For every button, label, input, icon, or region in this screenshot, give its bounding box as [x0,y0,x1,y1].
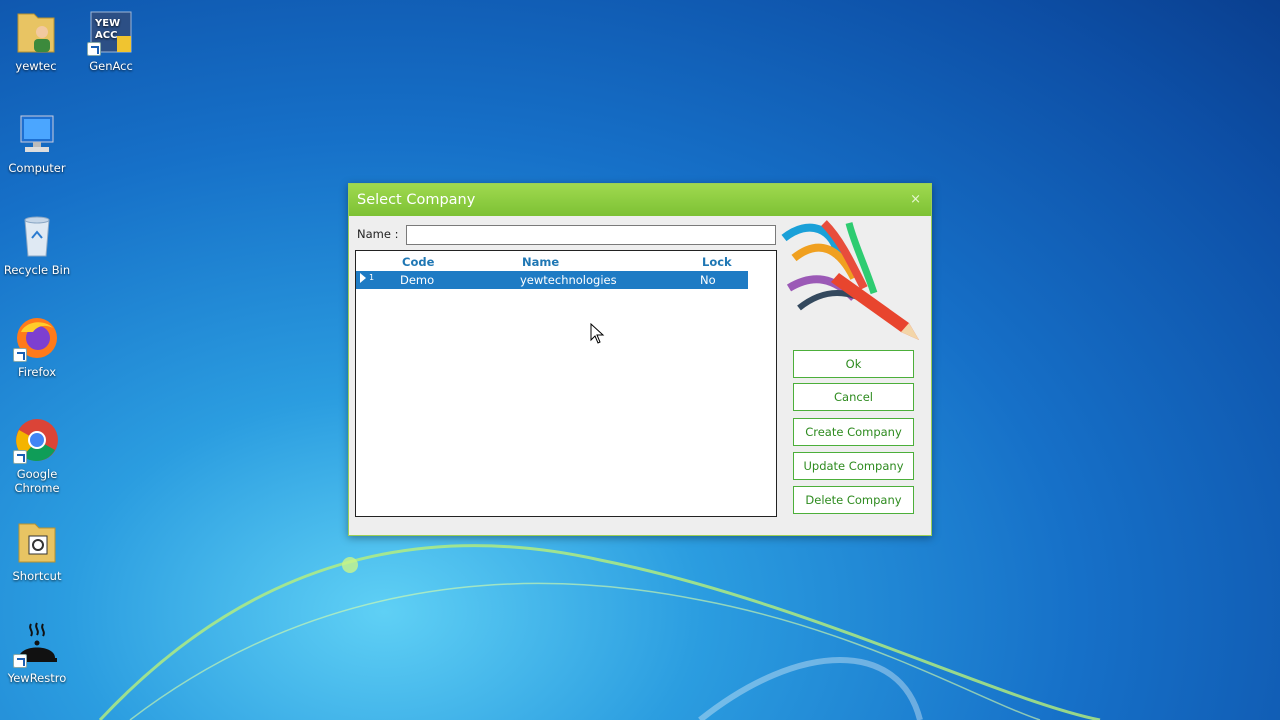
desktop-icon-computer[interactable]: Computer [1,110,73,175]
delete-company-button[interactable]: Delete Company [793,486,914,514]
column-header-code[interactable]: Code [402,255,434,269]
row-pointer-icon [360,273,366,283]
row-number: 1 [369,273,375,282]
desktop-icon-chrome[interactable]: Google Chrome [1,416,73,495]
shortcut-folder-icon [13,518,61,566]
svg-text:YEW: YEW [94,18,120,29]
desktop-icon-label: yewtec [15,59,57,73]
create-company-button[interactable]: Create Company [793,418,914,446]
recycle-bin-icon [13,212,61,260]
dialog-titlebar[interactable]: Select Company × [349,184,931,216]
restaurant-cloche-icon [13,620,61,668]
computer-icon [13,110,61,158]
cell-lock[interactable]: No [700,273,716,287]
desktop-icon-label: Recycle Bin [3,263,71,277]
dialog-title: Select Company [357,192,476,208]
ok-button[interactable]: Ok [793,350,914,378]
select-company-dialog: Select Company × Name : Code Name Lock 1… [348,183,932,536]
desktop-icon-shortcut[interactable]: Shortcut [1,518,73,583]
desktop-icon-firefox[interactable]: Firefox [1,314,73,379]
cell-code[interactable]: Demo [400,273,434,287]
shortcut-arrow-icon [13,654,27,668]
shortcut-arrow-icon [87,42,101,56]
desktop-icon-label: Firefox [17,365,57,379]
desktop-icon-yewrestro[interactable]: YewRestro [1,620,73,685]
desktop-icon-recycle-bin[interactable]: Recycle Bin [1,212,73,277]
firefox-icon [13,314,61,362]
cell-name[interactable]: yewtechnologies [520,273,617,287]
mouse-cursor-icon [590,323,605,344]
column-header-name[interactable]: Name [522,255,559,269]
genacc-app-icon: YEW ACC [87,8,135,56]
grid-header: Code Name Lock [356,251,748,271]
chrome-icon [13,416,61,464]
desktop-icon-label: Shortcut [12,569,62,583]
cancel-button[interactable]: Cancel [793,383,914,411]
shortcut-arrow-icon [13,450,27,464]
name-label: Name : [357,227,399,241]
shortcut-arrow-icon [13,348,27,362]
table-row[interactable]: 1 Demo yewtechnologies No [356,271,748,289]
desktop-icon-label: Computer [8,161,66,175]
desktop-icon-label: YewRestro [7,671,67,685]
company-grid[interactable]: Code Name Lock 1 Demo yewtechnologies No [355,250,777,517]
desktop-icon-label: GenAcc [89,59,133,73]
desktop-icon-yewtec[interactable]: yewtec [0,8,72,73]
pencil-ribbon-logo [781,220,919,340]
name-search-input[interactable] [406,225,776,245]
close-icon[interactable]: × [910,184,921,216]
desktop-icon-genacc[interactable]: YEW ACC GenAcc [75,8,147,73]
user-folder-icon [12,8,60,56]
svg-text:ACC: ACC [95,30,117,41]
update-company-button[interactable]: Update Company [793,452,914,480]
desktop-icon-label: Google Chrome [14,467,60,495]
column-header-lock[interactable]: Lock [702,255,732,269]
